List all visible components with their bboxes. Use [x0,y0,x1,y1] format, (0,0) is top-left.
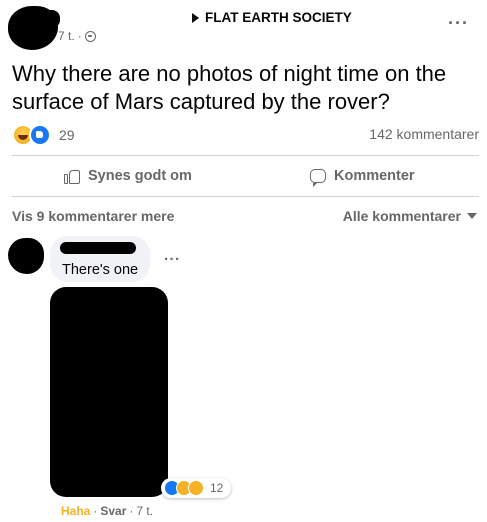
comment-count[interactable]: 142 kommentarer [369,126,479,142]
play-triangle-icon [192,12,199,23]
more-horizontal-icon[interactable]: ··· [448,14,469,32]
globe-icon [84,30,96,42]
post-meta: 7 t. · [58,29,96,43]
like-reaction-icon [29,124,51,146]
commenter-avatar-redacted[interactable] [8,238,44,274]
reply-button[interactable]: Svar [100,504,126,518]
comment-sort-dropdown[interactable]: Alle kommentarer [343,208,477,224]
comment-button[interactable]: Kommenter [310,166,415,187]
group-name[interactable]: FLAT EARTH SOCIETY [205,10,352,25]
comment-reaction-summary[interactable]: 12 [161,478,232,498]
post-time[interactable]: 7 t. [58,29,75,43]
comment-image-redacted[interactable] [50,287,168,497]
reaction-summary[interactable]: 29 [12,124,75,146]
author-name-redacted[interactable] [24,10,60,28]
reaction-count[interactable]: 29 [59,127,75,143]
comment-reaction-button[interactable]: Haha [61,504,90,518]
thumbs-up-icon [64,168,80,184]
comment-time[interactable]: 7 t. [136,504,153,518]
comment-actions: Haha · Svar · 7 t. [61,504,153,518]
comment-button-label: Kommenter [334,168,415,184]
comment-text: There's one [62,262,139,278]
view-more-comments-link[interactable]: Vis 9 kommentarer mere [12,208,174,224]
comment-sort-label: Alle kommentarer [342,208,461,224]
post-text: Why there are no photos of night time on… [12,61,447,114]
separator-dot: · [129,504,134,518]
like-button-label: Synes godt om [88,168,192,184]
like-button[interactable]: Synes godt om [64,166,192,186]
comment-reaction-count: 12 [210,481,224,495]
group-link[interactable]: FLAT EARTH SOCIETY [192,10,352,25]
divider [12,155,479,156]
caret-down-icon [467,213,477,219]
comment-bubble-icon [310,169,326,187]
care-reaction-icon [188,480,204,496]
meta-separator: · [77,29,82,43]
separator-dot: · [93,504,98,518]
comment-more-icon[interactable]: ··· [164,252,181,267]
divider [12,196,479,197]
commenter-name-redacted[interactable] [60,242,136,254]
